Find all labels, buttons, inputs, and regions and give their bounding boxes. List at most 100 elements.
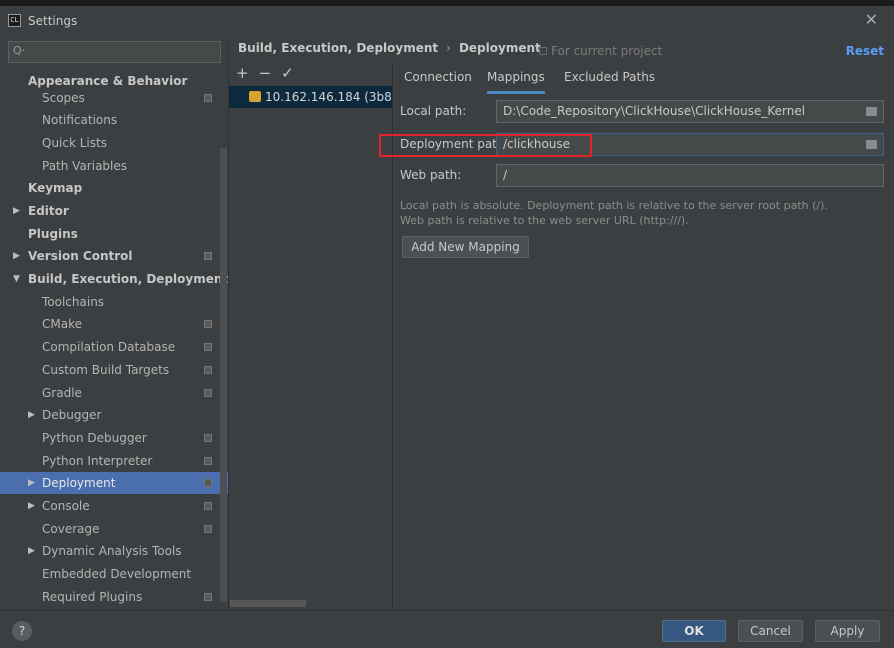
sidebar-item-version-control[interactable]: ▶ Version Control [0,245,228,267]
tab-excluded-paths[interactable]: Excluded Paths [564,70,655,94]
folder-icon[interactable] [866,107,877,116]
sidebar-item-path-variables[interactable]: Path Variables [0,155,228,177]
sidebar-scrollbar[interactable] [220,148,227,602]
for-current-project-label: For current project [539,44,662,58]
add-server-icon[interactable]: + [236,64,249,82]
expand-arrow-icon[interactable]: ▶ [13,200,20,222]
project-scope-icon [539,47,547,55]
web-path-field[interactable]: / [496,164,884,187]
expand-arrow-icon[interactable]: ▶ [13,245,20,267]
sidebar-item-notifications[interactable]: Notifications [0,109,228,131]
sidebar-item-embedded-development[interactable]: Embedded Development [0,563,228,585]
server-list-scrollbar[interactable] [230,600,306,607]
project-scope-icon [204,525,212,533]
close-icon[interactable]: ✕ [865,10,878,29]
settings-sidebar: Appearance & Behavior Scopes Notificatio… [0,70,228,610]
sidebar-item-coverage[interactable]: Coverage [0,518,228,540]
remove-server-icon[interactable]: − [259,64,272,82]
sidebar-item-keymap[interactable]: Keymap [0,177,228,199]
sidebar-item-console[interactable]: ▶ Console [0,495,228,517]
sidebar-item-python-interpreter[interactable]: Python Interpreter [0,450,228,472]
hint-text-line-1: Local path is absolute. Deployment path … [400,199,828,212]
sidebar-item-label: Embedded Development [42,567,192,581]
sidebar-item-editor[interactable]: ▶ Editor [0,200,228,222]
sidebar-item-toolchains[interactable]: Toolchains [0,291,228,313]
ok-button[interactable]: OK [662,620,726,642]
local-path-label: Local path: [400,104,467,118]
expand-arrow-icon[interactable]: ▶ [28,472,35,494]
expand-arrow-icon[interactable]: ▶ [28,495,35,517]
sidebar-item-label: Deployment [42,476,116,490]
expand-arrow-icon[interactable]: ▶ [28,404,35,426]
sidebar-item-dynamic-analysis-tools[interactable]: ▶ Dynamic Analysis Tools [0,540,228,562]
server-list: 10.162.146.184 (3b8fb1b [229,84,392,608]
project-scope-icon [204,252,212,260]
set-default-server-icon[interactable]: ✓ [281,64,294,82]
sidebar-item-label: Custom Build Targets [42,363,170,377]
breadcrumb-parent[interactable]: Build, Execution, Deployment [238,41,438,55]
sidebar-item-label: CMake [42,317,82,331]
sidebar-item-cmake[interactable]: CMake [0,313,228,335]
annotation-highlight-box [379,134,592,157]
sidebar-item-label: Compilation Database [42,340,176,354]
settings-search-input[interactable]: Q· [8,41,221,63]
sidebar-item-label: Editor [28,204,69,218]
server-icon [249,91,261,102]
clion-logo-icon: CL [8,14,21,27]
breadcrumb-separator: › [446,41,451,55]
sidebar-item-label: Path Variables [42,159,128,173]
project-scope-icon [204,479,212,487]
sidebar-item-custom-build-targets[interactable]: Custom Build Targets [0,359,228,381]
sidebar-item-required-plugins[interactable]: Required Plugins [0,586,228,608]
sidebar-item-label: Quick Lists [42,136,107,150]
sidebar-item-label: Python Debugger [42,431,147,445]
sidebar-item-quick-lists[interactable]: Quick Lists [0,132,228,154]
web-path-label: Web path: [400,168,462,182]
cancel-button[interactable]: Cancel [738,620,803,642]
title-bar: CL Settings ✕ [0,0,894,34]
server-toolbar: + − ✓ [236,64,304,82]
sidebar-item-label: Python Interpreter [42,454,153,468]
apply-button[interactable]: Apply [815,620,880,642]
sidebar-item-debugger[interactable]: ▶ Debugger [0,404,228,426]
server-list-item[interactable]: 10.162.146.184 (3b8fb1b [229,86,392,108]
hint-text-line-2: Web path is relative to the web server U… [400,214,689,227]
sidebar-item-gradle[interactable]: Gradle [0,382,228,404]
sidebar-item-label: Keymap [28,181,83,195]
sidebar-item-deployment[interactable]: ▶ Deployment [0,472,228,494]
sidebar-item-label: Dynamic Analysis Tools [42,544,182,558]
sidebar-item-label: Coverage [42,522,100,536]
project-scope-icon [204,434,212,442]
tab-mappings[interactable]: Mappings [487,70,545,94]
local-path-value: D:\Code_Repository\ClickHouse\ClickHouse… [503,104,806,118]
sidebar-item-plugins[interactable]: Plugins [0,223,228,245]
sidebar-item-scopes[interactable]: Scopes [0,87,228,109]
project-scope-icon [204,320,212,328]
sidebar-item-compilation-database[interactable]: Compilation Database [0,336,228,358]
help-icon[interactable]: ? [12,621,32,641]
project-scope-icon [204,593,212,601]
folder-icon[interactable] [866,140,877,149]
sidebar-item-build-execution-deployment[interactable]: ▼ Build, Execution, Deployment [0,268,228,290]
collapse-arrow-icon[interactable]: ▼ [13,268,20,290]
sidebar-item-label: Required Plugins [42,590,143,604]
breadcrumb: Build, Execution, Deployment › Deployment [238,41,541,55]
add-new-mapping-button[interactable]: Add New Mapping [402,236,529,258]
expand-arrow-icon[interactable]: ▶ [28,540,35,562]
reset-link[interactable]: Reset [846,44,884,58]
deployment-tabs: Connection Mappings Excluded Paths [393,66,894,94]
sidebar-item-python-debugger[interactable]: Python Debugger [0,427,228,449]
search-icon: Q· [13,44,26,57]
project-scope-icon [204,457,212,465]
sidebar-item-label: Debugger [42,408,102,422]
local-path-field[interactable]: D:\Code_Repository\ClickHouse\ClickHouse… [496,100,884,123]
sidebar-item-label: Notifications [42,113,118,127]
tab-connection[interactable]: Connection [404,70,472,94]
window-title: Settings [28,14,78,28]
sidebar-item-label: Scopes [42,91,85,105]
sidebar-item-label: Version Control [28,249,133,263]
sidebar-item-label: Toolchains [42,295,105,309]
project-scope-icon [204,366,212,374]
project-scope-icon [204,343,212,351]
project-scope-icon [204,389,212,397]
